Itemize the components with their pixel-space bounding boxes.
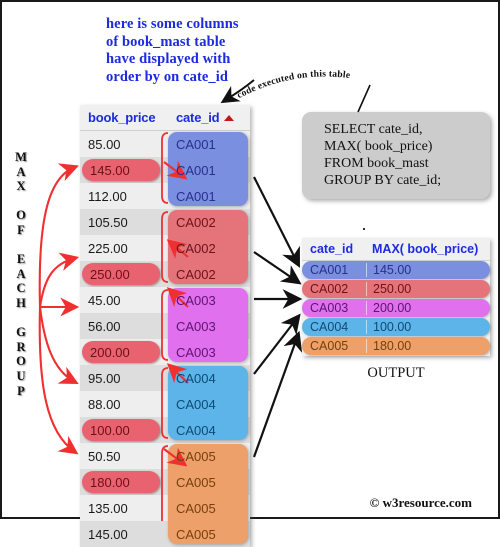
sql-code-box: SELECT cate_id, MAX( book_price) FROM bo…	[302, 112, 490, 199]
price-cell: 50.50	[88, 448, 121, 464]
source-header-cate-id-label: cate_id	[176, 110, 220, 125]
cate-id-value: CA002	[176, 240, 216, 256]
output-caption: OUTPUT	[367, 365, 425, 381]
cate-id-value: CA001	[176, 162, 216, 178]
source-table: book_price cate_id 85.00 CA001 145.00 CA001…	[80, 105, 250, 547]
cate-id-value: CA003	[176, 292, 216, 308]
cate-id-value: CA001	[176, 136, 216, 152]
sort-ascending-icon	[224, 114, 235, 121]
price-cell: 145.00	[88, 526, 128, 542]
output-row: CA002 250.00	[302, 280, 490, 298]
max-of-each-group-label: M A X O F E A C H G R O U P	[15, 150, 27, 398]
price-cell: 105.50	[88, 214, 128, 230]
max-value-pill: 100.00	[82, 419, 160, 441]
price-cell: 225.00	[88, 240, 128, 256]
max-price-cell: 100.00	[80, 417, 166, 443]
price-cell: 95.00	[88, 370, 121, 386]
price-cell: 56.00	[88, 318, 121, 334]
group-to-output-arrows	[252, 176, 303, 458]
output-row: CA001 145.00	[302, 261, 490, 279]
output-cate-id: CA003	[310, 301, 349, 315]
max-value-pill: 200.00	[82, 341, 160, 363]
price-cell: 45.00	[88, 292, 121, 308]
cate-id-value: CA002	[176, 214, 216, 230]
cate-id-value: CA004	[176, 370, 216, 386]
annotation-note: here is some columns of book_mast table …	[106, 16, 239, 85]
output-row: CA005 180.00	[302, 337, 490, 355]
code-executed-label: code executed on this table	[230, 64, 410, 104]
red-max-arrows	[38, 163, 80, 455]
source-header-cate-id[interactable]: cate_id	[166, 110, 250, 125]
output-header-cate-id[interactable]: cate_id	[302, 242, 366, 256]
max-price-cell: 180.00	[80, 469, 166, 495]
output-table-body: CA001 145.00 CA002 250.00 CA003 200.00 CA004 10…	[302, 261, 490, 355]
watermark: © w3resource.com	[369, 495, 472, 510]
cate-id-value: CA005	[176, 500, 216, 516]
max-value-pill: 250.00	[82, 263, 160, 285]
output-cate-id: CA005	[310, 339, 349, 353]
output-max-price: 180.00	[366, 339, 490, 353]
output-max-price: 200.00	[366, 301, 490, 315]
source-header-book-price[interactable]: book_price	[80, 110, 166, 125]
cate-id-value: CA004	[176, 422, 216, 438]
max-price-cell: 145.00	[80, 157, 166, 183]
cate-id-value: CA002	[176, 266, 216, 282]
source-table-header-row: book_price cate_id	[80, 105, 250, 131]
output-cate-id: CA001	[310, 263, 349, 277]
output-cate-id: CA004	[310, 320, 349, 334]
output-table: cate_id MAX( book_price) CA001 145.00 CA00…	[302, 238, 490, 356]
cate-id-value: CA001	[176, 188, 216, 204]
diagram-canvas: here is some columns of book_mast table …	[0, 0, 500, 547]
output-cate-id: CA002	[310, 282, 349, 296]
output-row: CA004 100.00	[302, 318, 490, 336]
price-cell: 85.00	[88, 136, 121, 152]
price-cell: 88.00	[88, 396, 121, 412]
max-value-pill: 145.00	[82, 159, 160, 181]
cate-id-value: CA005	[176, 448, 216, 464]
output-header-max-book-price[interactable]: MAX( book_price)	[366, 242, 490, 256]
code-executed-text: code executed on this table	[235, 68, 351, 101]
cate-id-value: CA003	[176, 318, 216, 334]
output-max-price: 250.00	[366, 282, 490, 296]
cate-id-value: CA004	[176, 396, 216, 412]
output-row: CA003 200.00	[302, 299, 490, 317]
output-max-price: 100.00	[366, 320, 490, 334]
max-price-cell: 200.00	[80, 339, 166, 365]
price-cell: 112.00	[88, 188, 127, 204]
output-table-dot	[363, 228, 365, 230]
cate-id-value: CA003	[176, 344, 216, 360]
output-max-price: 145.00	[366, 263, 490, 277]
cate-id-value: CA005	[176, 474, 216, 490]
max-value-pill: 180.00	[82, 471, 160, 493]
output-table-header-row: cate_id MAX( book_price)	[302, 238, 490, 261]
max-price-cell: 250.00	[80, 261, 166, 287]
code-executed-textpath: code executed on this table	[235, 68, 351, 101]
cate-id-value: CA005	[176, 526, 216, 542]
